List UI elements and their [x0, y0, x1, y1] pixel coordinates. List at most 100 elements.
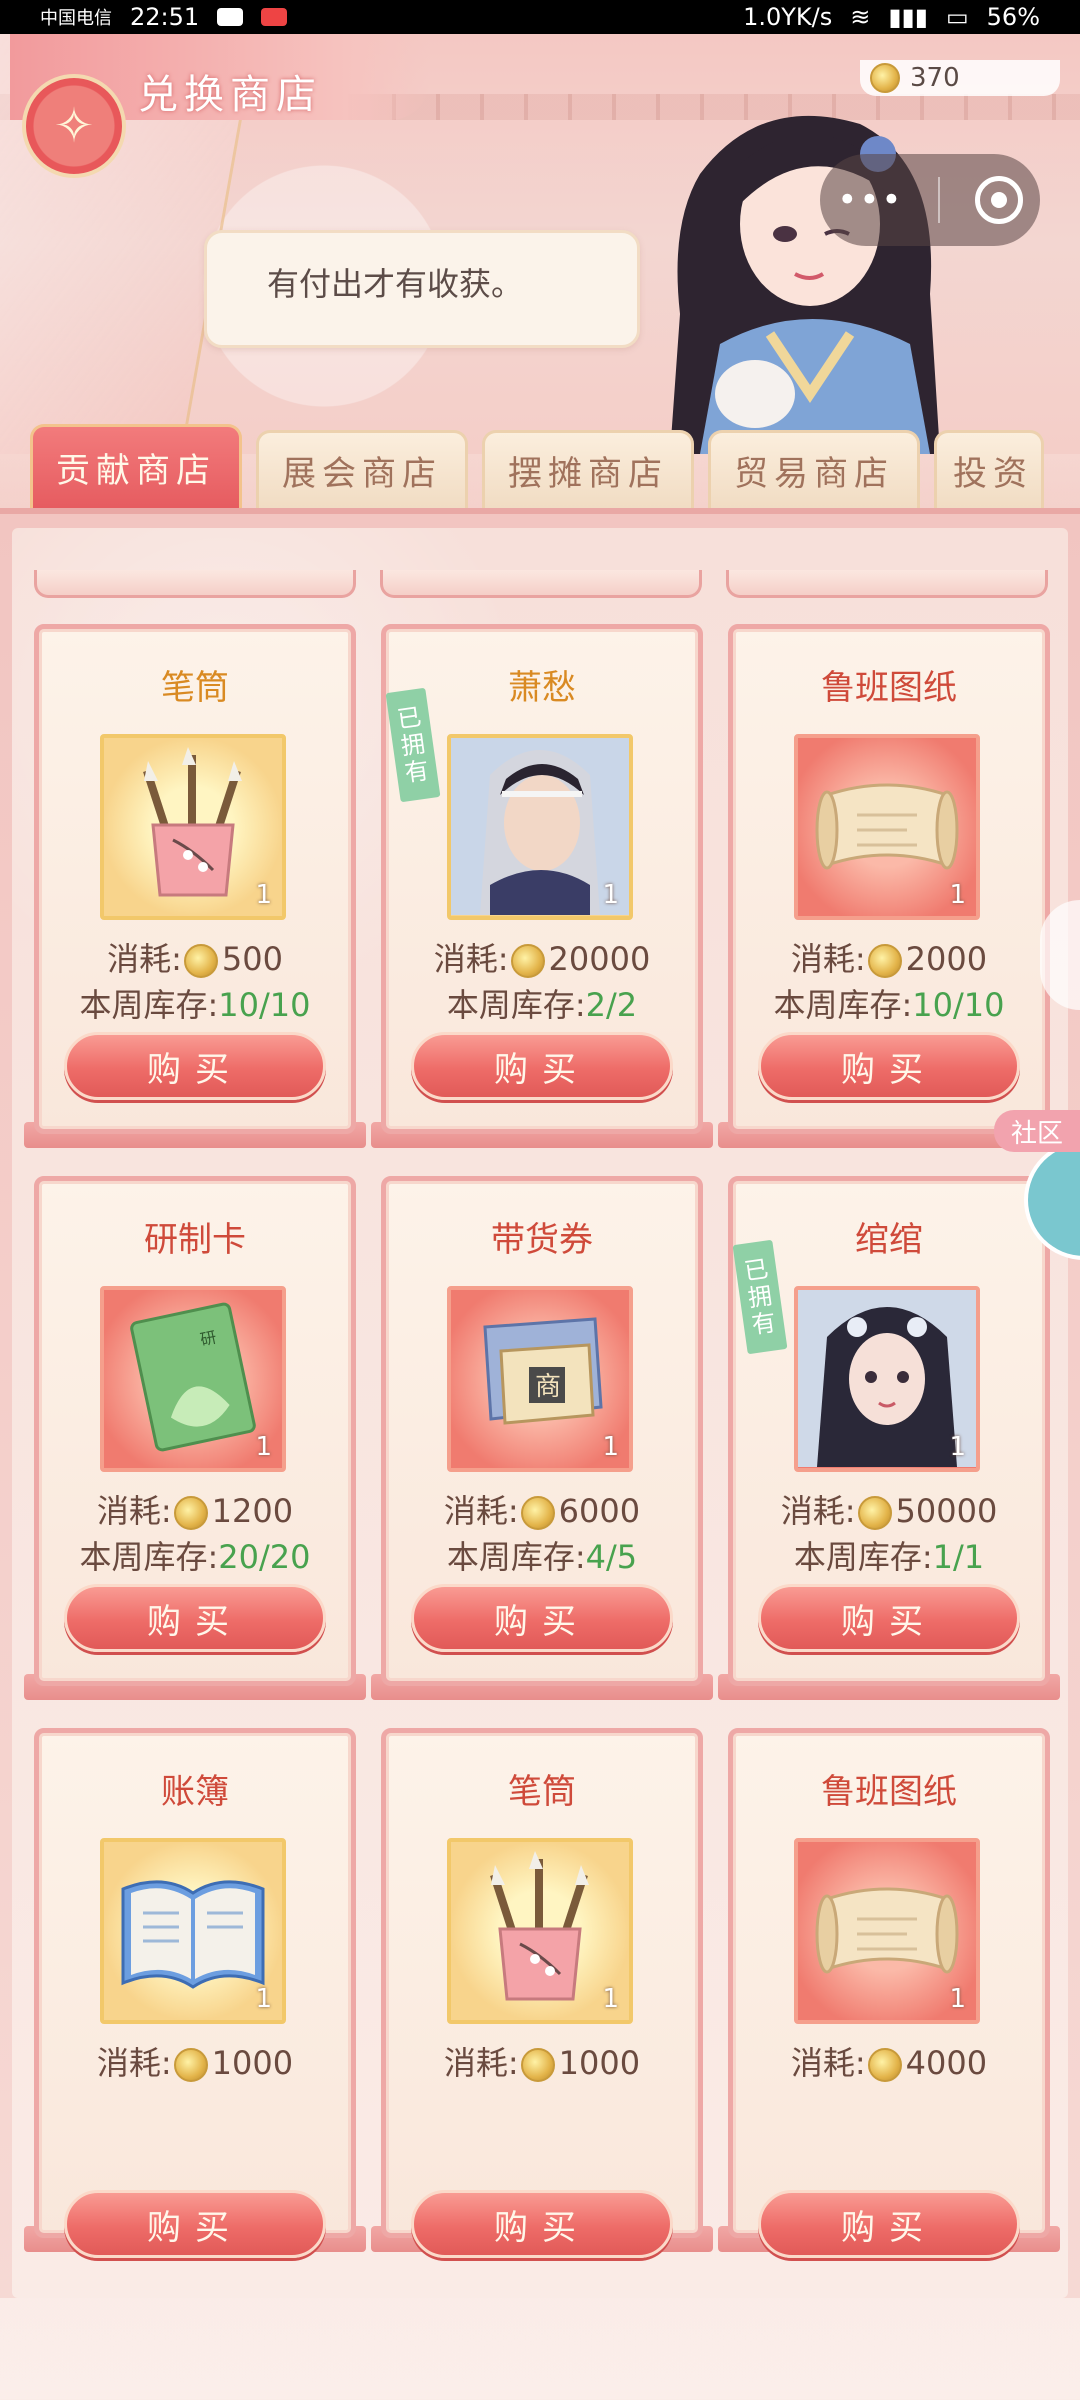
- item-image[interactable]: 商1: [447, 1286, 633, 1472]
- tab-exhibition-shop[interactable]: 展会商店: [256, 430, 468, 508]
- buy-button[interactable]: 购买: [411, 1032, 673, 1100]
- item-quantity: 1: [255, 1984, 272, 2014]
- tab-trade-shop[interactable]: 贸易商店: [708, 430, 920, 508]
- cost-label: 消耗:: [790, 2044, 866, 2082]
- coin-icon: [870, 63, 900, 93]
- brush-pot-icon: [465, 1849, 615, 2013]
- item-quantity: 1: [602, 880, 619, 910]
- shop-item-card[interactable]: 鲁班图纸 1 消耗: 4000 购买: [718, 1728, 1060, 2258]
- item-image[interactable]: 1: [794, 734, 980, 920]
- item-name: 萧愁: [508, 668, 576, 708]
- signal-icon: ▮▮▮: [888, 3, 928, 31]
- coin-icon: [857, 1496, 892, 1530]
- cost-value: 1000: [211, 2044, 294, 2082]
- scroll-blueprint-icon: [807, 1859, 967, 2003]
- cost-label: 消耗:: [443, 2044, 519, 2082]
- item-image[interactable]: 1: [794, 1838, 980, 2024]
- cost-value: 2000: [905, 940, 988, 978]
- buy-button[interactable]: 购买: [64, 1032, 326, 1100]
- shop-tabs: 贡献商店 展会商店 摆摊商店 贸易商店 投资: [30, 424, 1080, 508]
- item-image[interactable]: 1: [100, 734, 286, 920]
- item-name: 笔筒: [508, 1772, 576, 1812]
- item-weekly-stock: 本周库存:1/1: [728, 1532, 1050, 1578]
- back-emblem-button[interactable]: ✧: [22, 74, 126, 178]
- item-image[interactable]: 1: [794, 1286, 980, 1472]
- shop-item-card[interactable]: 带货券商 1 消耗: 6000 本周库存:4/5 购买: [371, 1176, 713, 1700]
- capsule-divider: [938, 177, 941, 223]
- buy-button[interactable]: 购买: [64, 1584, 326, 1652]
- item-weekly-stock: 本周库存:2/2: [381, 980, 703, 1026]
- item-image[interactable]: 1: [447, 734, 633, 920]
- shop-item-card[interactable]: 鲁班图纸 1 消耗: 2000 本周库存:10/10 购买: [718, 624, 1060, 1148]
- stock-value: 2/2: [585, 986, 638, 1024]
- stock-label: 本周库存:: [773, 986, 913, 1024]
- stock-label: 本周库存:: [793, 1538, 933, 1576]
- net-speed: 1.0YK/s: [743, 3, 833, 31]
- research-card-icon: 研: [123, 1302, 263, 1456]
- cost-value: 1200: [211, 1492, 294, 1530]
- buy-button[interactable]: 购买: [64, 2190, 326, 2258]
- item-quantity: 1: [602, 1432, 619, 1462]
- emblem-glyph-icon: ✧: [53, 98, 95, 154]
- cost-label: 消耗:: [780, 1492, 856, 1530]
- coin-icon: [867, 2048, 902, 2082]
- battery-icon: ▭: [945, 3, 969, 31]
- shop-item-card[interactable]: 笔筒 1 消耗: 1000 购买: [371, 1728, 713, 2258]
- owned-badge-char: 有: [749, 1307, 778, 1339]
- currency-amount: 370: [910, 63, 960, 93]
- shop-item-card[interactable]: 笔筒 1 消耗: 500 本周库存:10/10 购买: [24, 624, 366, 1148]
- speech-bubble: 有付出才有收获。: [204, 230, 640, 348]
- cost-label: 消耗:: [96, 2044, 172, 2082]
- shopkeeper-portrait: [670, 115, 940, 454]
- cost-value: 1000: [558, 2044, 641, 2082]
- svg-text:商: 商: [535, 1372, 561, 1402]
- community-button[interactable]: 社区: [994, 1110, 1080, 1152]
- cost-label: 消耗:: [443, 1492, 519, 1530]
- buy-button[interactable]: 购买: [758, 1584, 1020, 1652]
- coin-icon: [183, 944, 218, 978]
- buy-button[interactable]: 购买: [758, 1032, 1020, 1100]
- item-quantity: 1: [949, 1984, 966, 2014]
- tab-investment-shop[interactable]: 投资: [934, 430, 1044, 508]
- item-cost: 消耗: 20000: [381, 934, 703, 980]
- item-cost: 消耗: 2000: [728, 934, 1050, 980]
- cost-value: 50000: [895, 1492, 998, 1530]
- notification-icon: [217, 8, 244, 26]
- item-quantity: 1: [255, 880, 272, 910]
- mini-program-capsule: •••: [820, 154, 1040, 246]
- owned-badge-char: 有: [402, 755, 431, 787]
- tab-stall-shop[interactable]: 摆摊商店: [482, 430, 694, 508]
- owned-badge-char: 已: [742, 1254, 771, 1286]
- wifi-icon: ≋: [850, 3, 871, 31]
- item-image[interactable]: 1: [447, 1838, 633, 2024]
- stock-label: 本周库存:: [79, 986, 219, 1024]
- shop-item-card[interactable]: 萧愁 1 已拥有消耗: 20000 本周库存:2/2 购买: [371, 624, 713, 1148]
- scroll-blueprint-icon: [807, 755, 967, 899]
- close-target-button[interactable]: [974, 176, 1023, 224]
- item-weekly-stock: 本周库存:10/10: [728, 980, 1050, 1026]
- owned-badge-char: 拥: [746, 1280, 774, 1313]
- battery-level: 56%: [986, 3, 1040, 31]
- buy-button[interactable]: 购买: [758, 2190, 1020, 2258]
- item-cost: 消耗: 50000: [728, 1486, 1050, 1532]
- shop-header: ✧ 兑换商店 370 有付出才有收获。 •••: [0, 34, 1080, 454]
- item-quantity: 1: [255, 1432, 272, 1462]
- item-quantity: 1: [949, 1432, 966, 1462]
- carrier-label: 中国电信: [40, 8, 112, 29]
- item-name: 绾绾: [855, 1220, 923, 1260]
- shop-item-card[interactable]: 绾绾 1 已拥有消耗: 50000 本周库存:1/1 购买: [718, 1176, 1060, 1700]
- stock-value: 1/1: [932, 1538, 985, 1576]
- more-options-button[interactable]: •••: [837, 180, 903, 220]
- item-image[interactable]: 研1: [100, 1286, 286, 1472]
- tab-contribution-shop[interactable]: 贡献商店: [30, 424, 242, 508]
- shop-item-card[interactable]: 账簿 1 消耗: 1000 购买: [24, 1728, 366, 2258]
- shop-item-card[interactable]: 研制卡研 1 消耗: 1200 本周库存:20/20 购买: [24, 1176, 366, 1700]
- buy-button[interactable]: 购买: [411, 2190, 673, 2258]
- item-weekly-stock: 本周库存:10/10: [34, 980, 356, 1026]
- item-cost: 消耗: 4000: [728, 2038, 1050, 2084]
- buy-button[interactable]: 购买: [411, 1584, 673, 1652]
- stock-label: 本周库存:: [446, 1538, 586, 1576]
- item-weekly-stock: 本周库存:4/5: [381, 1532, 703, 1578]
- speech-text: 有付出才有收获。: [267, 265, 524, 303]
- item-image[interactable]: 1: [100, 1838, 286, 2024]
